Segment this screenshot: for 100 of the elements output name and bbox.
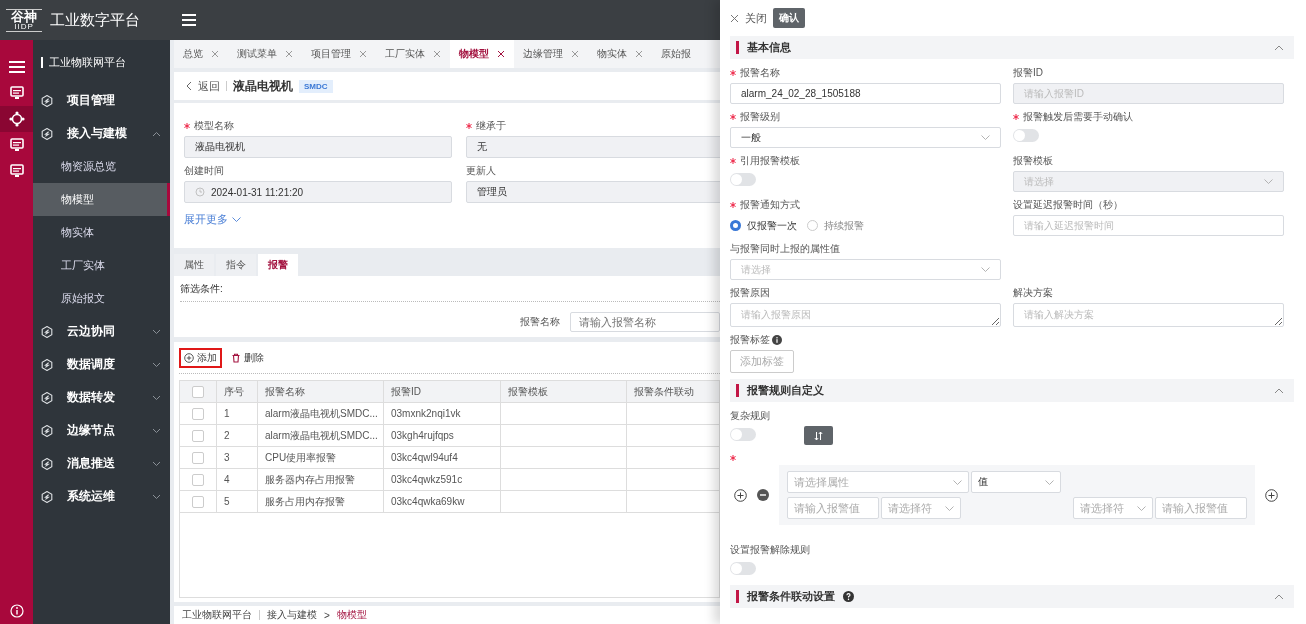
- select-field[interactable]: 值: [971, 471, 1061, 493]
- sidebar-item[interactable]: 接入与建模: [33, 117, 167, 150]
- input-field[interactable]: 2024-01-31 11:21:20: [184, 181, 452, 203]
- detail-tab[interactable]: 指令: [216, 254, 256, 276]
- detail-tab[interactable]: 属性: [174, 254, 214, 276]
- page-tab[interactable]: 总览: [174, 40, 228, 68]
- sidebar-item[interactable]: 边缘节点: [33, 414, 167, 447]
- checkbox[interactable]: [192, 407, 204, 420]
- select-field[interactable]: 一般: [730, 127, 1001, 148]
- field-label: 报警级别: [730, 110, 780, 124]
- input-field[interactable]: 液晶电视机: [184, 136, 452, 158]
- section-header[interactable]: 报警规则自定义: [730, 379, 1294, 402]
- chevron-icon: [981, 267, 990, 272]
- input-field[interactable]: 请输入报警值: [1155, 497, 1247, 519]
- network-icon: [8, 111, 25, 127]
- page-tab[interactable]: 物模型: [450, 40, 514, 68]
- sidebar-item[interactable]: 数据调度: [33, 348, 167, 381]
- section-header[interactable]: 基本信息: [730, 36, 1294, 59]
- detail-tab[interactable]: 报警: [258, 254, 298, 276]
- field-label: 报警标签: [730, 333, 782, 347]
- field-label: 模型名称: [184, 119, 452, 133]
- page-tab[interactable]: 原始报: [652, 40, 700, 68]
- breadcrumb-link[interactable]: 接入与建模: [267, 608, 317, 622]
- add-icon[interactable]: [734, 488, 747, 502]
- input-field[interactable]: alarm_24_02_28_1505188: [730, 83, 1001, 104]
- sidebar-subitem[interactable]: 物实体: [33, 216, 167, 249]
- close-button[interactable]: 关闭: [730, 10, 767, 26]
- column-header: 序号: [217, 381, 258, 402]
- required-icon: [730, 202, 736, 208]
- radio-button[interactable]: [730, 220, 741, 231]
- back-icon[interactable]: [186, 81, 192, 91]
- sidebar-subitem[interactable]: 工厂实体: [33, 249, 167, 282]
- info-icon[interactable]: [772, 335, 782, 345]
- field-label: 解决方案: [1013, 286, 1053, 300]
- chevron-icon: [232, 217, 241, 222]
- checkbox[interactable]: [192, 385, 204, 398]
- monitor-icon: [9, 86, 24, 100]
- close-icon[interactable]: [497, 50, 505, 58]
- page-tab[interactable]: 物实体: [588, 40, 652, 68]
- sidebar-item[interactable]: 项目管理: [33, 84, 167, 117]
- checkbox[interactable]: [192, 495, 204, 508]
- section-header[interactable]: 报警条件联动设置: [730, 585, 1294, 608]
- input-field[interactable]: 管理员: [466, 181, 720, 203]
- back-link[interactable]: 返回: [198, 78, 220, 94]
- field-label: 报警ID: [1013, 66, 1043, 80]
- text-area[interactable]: 请输入报警原因: [730, 303, 1001, 327]
- radio-option[interactable]: 持续报警: [807, 218, 864, 233]
- table-cell: 03kgh4rujfqps: [384, 425, 501, 446]
- required-icon: [730, 158, 736, 164]
- page-tab[interactable]: 测试菜单: [228, 40, 302, 68]
- radio-button[interactable]: [807, 220, 818, 231]
- close-icon: [730, 13, 739, 23]
- field-label: 报警通知方式: [730, 198, 800, 212]
- input-field[interactable]: 请输入报警值: [787, 497, 879, 519]
- app-title: 工业数字平台: [50, 10, 140, 30]
- field-label: 创建时间: [184, 164, 225, 178]
- add-button[interactable]: 添加: [179, 348, 222, 368]
- required-icon: [466, 123, 472, 129]
- rail-button[interactable]: [0, 106, 33, 132]
- sidebar-subitem[interactable]: 物资源总览: [33, 150, 167, 183]
- field-label: 引用报警模板: [730, 154, 800, 168]
- add-icon[interactable]: [1265, 488, 1278, 502]
- info-icon[interactable]: [9, 604, 24, 618]
- sidebar-subitem[interactable]: 物模型: [33, 183, 167, 216]
- confirm-button[interactable]: 确认: [773, 8, 805, 28]
- page-tab[interactable]: 工厂实体: [376, 40, 450, 68]
- toggle-switch[interactable]: [730, 562, 756, 575]
- input-field[interactable]: 无: [466, 136, 720, 158]
- column-header: 报警模板: [501, 381, 627, 402]
- expand-more-link[interactable]: 展开更多: [184, 212, 228, 227]
- input-field[interactable]: 请输入延迟报警时间: [1013, 215, 1284, 236]
- checkbox[interactable]: [192, 473, 204, 486]
- page-tab[interactable]: 边缘管理: [514, 40, 588, 68]
- breadcrumb-link[interactable]: 工业物联网平台: [182, 608, 252, 622]
- field-label: 报警原因: [730, 286, 770, 300]
- sidebar-item[interactable]: 消息推送: [33, 447, 167, 480]
- checkbox[interactable]: [192, 429, 204, 442]
- module-icon: [41, 127, 53, 140]
- sidebar-item[interactable]: 系统运维: [33, 480, 167, 513]
- radio-option[interactable]: 仅报警一次: [730, 218, 797, 233]
- swap-button[interactable]: [804, 426, 833, 445]
- toggle-switch[interactable]: [1013, 129, 1039, 142]
- sidebar-item[interactable]: 数据转发: [33, 381, 167, 414]
- model-code-tag: SMDC: [299, 79, 333, 93]
- search-field[interactable]: 请输入报警名称: [570, 312, 720, 332]
- module-icon: [41, 424, 53, 437]
- section-title: 报警规则自定义: [747, 383, 824, 398]
- sidebar-subitem[interactable]: 原始报文: [33, 282, 167, 315]
- sidebar-item[interactable]: 云边协同: [33, 315, 167, 348]
- column-header: 报警条件联动: [633, 384, 695, 399]
- remove-icon[interactable]: [757, 489, 769, 501]
- column-header: 报警名称: [258, 381, 384, 402]
- toggle-switch[interactable]: [730, 173, 756, 186]
- menu-icon[interactable]: [182, 14, 196, 26]
- module-icon: [41, 325, 53, 338]
- help-icon[interactable]: [843, 591, 854, 602]
- table-cell: 1: [217, 403, 258, 424]
- checkbox[interactable]: [192, 451, 204, 464]
- page-tab[interactable]: 项目管理: [302, 40, 376, 68]
- toggle-switch[interactable]: [730, 428, 756, 441]
